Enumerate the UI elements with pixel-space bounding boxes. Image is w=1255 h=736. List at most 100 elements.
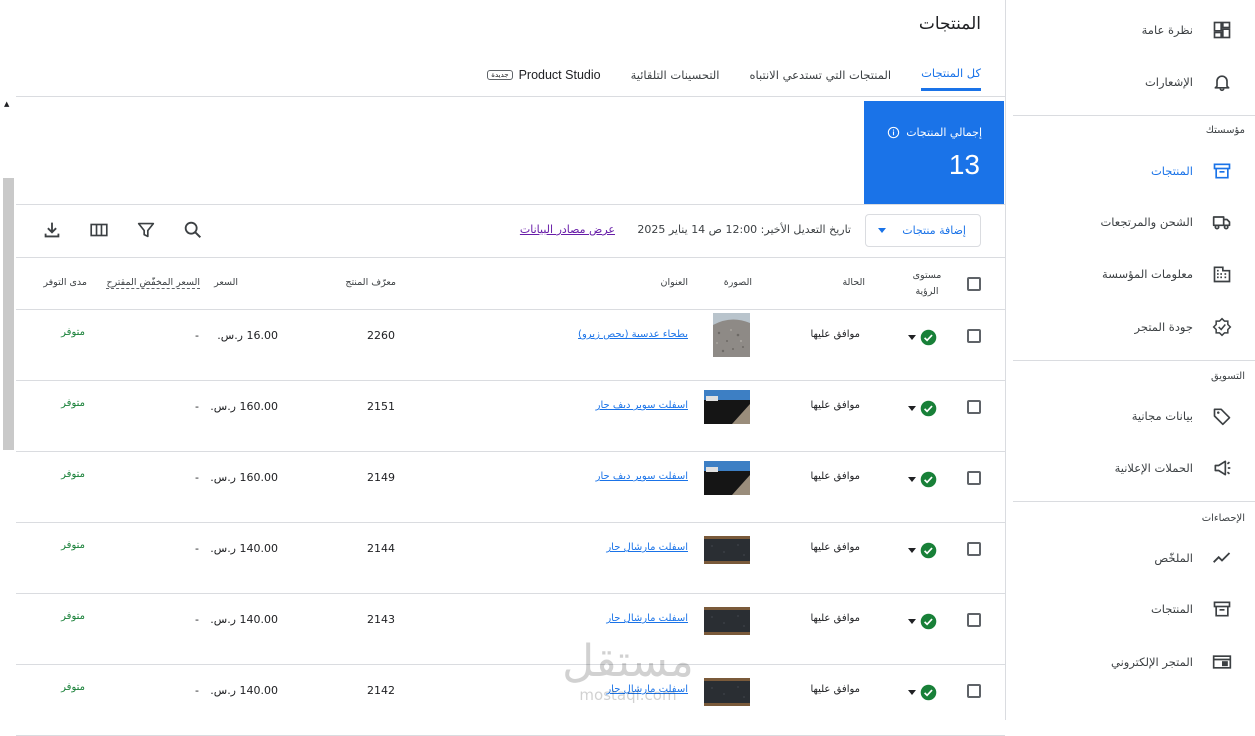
visibility-dropdown[interactable]: [908, 400, 937, 417]
product-title-link[interactable]: اسفلت مارشال حار: [606, 542, 688, 553]
row-checkbox[interactable]: [967, 542, 981, 556]
add-products-label: إضافة منتجات: [902, 224, 966, 237]
tab-label: التحسينات التلقائية: [630, 67, 720, 82]
chevron-down-icon: [908, 619, 916, 624]
suggested-sale-price: -: [195, 613, 199, 626]
tab-attention[interactable]: المنتجات التي تستدعي الانتباه: [750, 58, 892, 91]
row-checkbox[interactable]: [967, 400, 981, 414]
view-data-sources-link[interactable]: عرض مصادر البيانات: [520, 223, 615, 236]
bell-icon: [1211, 71, 1233, 93]
table-row: موافق عليها اسفلت سوبر ديف حار 2149 160.…: [16, 452, 1005, 523]
tab-label: Product Studio: [518, 67, 601, 82]
page-title: المنتجات: [918, 14, 981, 34]
select-all-checkbox[interactable]: [967, 277, 981, 291]
sidebar-item-0[interactable]: نظرة عامة: [1005, 10, 1255, 50]
toolbar: إضافة منتجات تاريخ التعديل الأخير: 12:00…: [16, 205, 1005, 257]
add-products-button[interactable]: إضافة منتجات: [865, 214, 981, 247]
info-icon[interactable]: [887, 126, 900, 139]
last-modified-text: تاريخ التعديل الأخير: 12:00 ص 14 يناير 2…: [637, 223, 851, 236]
product-image[interactable]: [704, 313, 750, 361]
product-title-link[interactable]: اسفلت مارشال حار: [606, 613, 688, 624]
building-icon: [1211, 263, 1233, 285]
tab-all-products[interactable]: كل المنتجات: [921, 58, 981, 91]
chevron-down-icon: [908, 548, 916, 553]
sidebar-item-2-1[interactable]: المنتجات: [1005, 589, 1255, 629]
suggested-sale-price: -: [195, 542, 199, 555]
scroll-up-arrow-icon[interactable]: ▲: [4, 100, 9, 108]
sidebar-item-label: المنتجات: [1150, 164, 1193, 178]
new-badge: جديدة: [487, 69, 513, 80]
tab-label: المنتجات التي تستدعي الانتباه: [749, 67, 892, 82]
product-title-link[interactable]: اسفلت مارشال حار: [606, 684, 688, 695]
total-products-label: إجمالي المنتجات: [906, 126, 982, 139]
sidebar-item-label: الحملات الإعلانية: [1114, 461, 1193, 475]
suggested-sale-price: -: [195, 329, 199, 342]
status-text: موافق عليها: [810, 542, 860, 553]
price: 160.00 ر.س.: [210, 400, 278, 413]
product-image[interactable]: [704, 536, 750, 568]
product-id: 2143: [367, 613, 395, 626]
row-checkbox[interactable]: [967, 471, 981, 485]
header-suggested-sale-price[interactable]: السعر المخفّض المقترح: [106, 277, 200, 289]
sidebar-item-0-0[interactable]: المنتجات: [1005, 151, 1255, 191]
download-icon[interactable]: [41, 219, 63, 241]
sidebar-item-label: الإشعارات: [1144, 75, 1193, 89]
visibility-dropdown[interactable]: [908, 471, 937, 488]
sidebar-item-1-1[interactable]: الحملات الإعلانية: [1005, 448, 1255, 488]
table-row: موافق عليها اسفلت مارشال حار 2144 140.00…: [16, 523, 1005, 594]
check-circle-icon: [920, 542, 937, 559]
sidebar-item-label: الشحن والمرتجعات: [1100, 215, 1193, 229]
row-checkbox[interactable]: [967, 613, 981, 627]
tab-auto-improvements[interactable]: التحسينات التلقائية: [631, 58, 720, 91]
visibility-dropdown[interactable]: [908, 684, 937, 701]
product-title-link[interactable]: اسفلت سوبر ديف جار: [596, 400, 688, 411]
chevron-down-icon: [908, 335, 916, 340]
megaphone-icon: [1211, 457, 1233, 479]
row-checkbox[interactable]: [967, 329, 981, 343]
visibility-dropdown[interactable]: [908, 542, 937, 559]
filter-icon[interactable]: [135, 219, 157, 241]
availability-status: متوفر: [61, 682, 85, 693]
product-image[interactable]: [704, 607, 750, 639]
chevron-down-icon: [908, 690, 916, 695]
product-image[interactable]: [704, 390, 750, 428]
truck-icon: [1211, 211, 1233, 233]
sidebar-item-label: المنتجات: [1150, 602, 1193, 616]
sidebar-item-0-1[interactable]: الشحن والمرتجعات: [1005, 202, 1255, 242]
sidebar: نظرة عامة الإشعارات مؤسستك المنتجات الشحن وا…: [1005, 0, 1255, 720]
columns-icon[interactable]: [88, 219, 110, 241]
table-row: موافق عليها اسفلت مارشال حار 2143 140.00…: [16, 594, 1005, 665]
main-content: المنتجات كل المنتجات المنتجات التي تستدع…: [0, 0, 1005, 736]
sidebar-item-2-0[interactable]: الملخّص: [1005, 538, 1255, 578]
product-title-link[interactable]: اسفلت سوبر ديف حار: [596, 471, 688, 482]
sidebar-item-label: جودة المتجر: [1134, 320, 1193, 334]
product-image[interactable]: [704, 461, 750, 499]
sidebar-item-label: بيانات مجانية: [1131, 409, 1193, 423]
product-image[interactable]: [704, 678, 750, 710]
table-header: مستوى الرؤية الحالة الصورة العنوان معرّف…: [16, 257, 1005, 310]
table-row: موافق عليها اسفلت سوبر ديف جار 2151 160.…: [16, 381, 1005, 452]
scrollbar[interactable]: [3, 178, 14, 450]
sidebar-item-label: نظرة عامة: [1141, 23, 1193, 37]
tab-label: كل المنتجات: [921, 66, 981, 80]
search-icon[interactable]: [182, 219, 204, 241]
sidebar-item-2-2[interactable]: المتجر الإلكتروني: [1005, 642, 1255, 682]
chevron-down-icon: [908, 406, 916, 411]
suggested-sale-price: -: [195, 471, 199, 484]
price: 140.00 ر.س.: [210, 613, 278, 626]
tab-product-studio[interactable]: Product Studio جديدة: [487, 58, 601, 91]
sidebar-item-label: الملخّص: [1154, 551, 1193, 565]
status-text: موافق عليها: [810, 613, 860, 624]
dashboard-icon: [1211, 19, 1233, 41]
row-checkbox[interactable]: [967, 684, 981, 698]
sidebar-item-1-0[interactable]: بيانات مجانية: [1005, 396, 1255, 436]
visibility-dropdown[interactable]: [908, 329, 937, 346]
sidebar-item-1[interactable]: الإشعارات: [1005, 62, 1255, 102]
product-title-link[interactable]: بطحاء عدسية (بحص زيرو): [578, 329, 688, 340]
visibility-dropdown[interactable]: [908, 613, 937, 630]
tag-icon: [1211, 405, 1233, 427]
sidebar-item-0-3[interactable]: جودة المتجر: [1005, 307, 1255, 347]
box-icon: [1211, 160, 1233, 182]
sidebar-item-0-2[interactable]: معلومات المؤسسة: [1005, 254, 1255, 294]
price: 140.00 ر.س.: [210, 542, 278, 555]
